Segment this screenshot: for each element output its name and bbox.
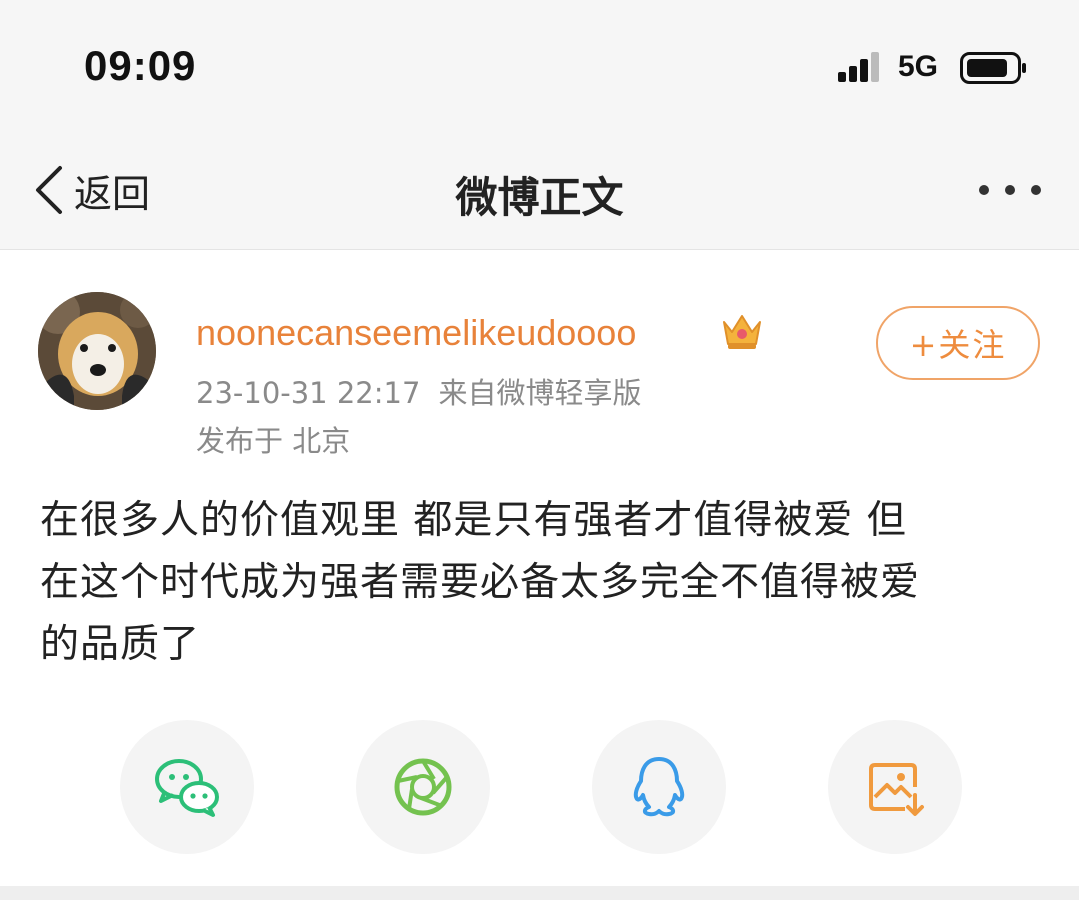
- post-line: 在这个时代成为强者需要必备太多完全不值得被爱: [40, 560, 921, 605]
- follow-button[interactable]: +关注: [876, 306, 1040, 380]
- username[interactable]: noonecanseemelikeudoooo: [196, 312, 636, 354]
- post-source: 来自微博轻享版: [438, 376, 642, 410]
- post-line: 在很多人的价值观里 都是只有强者才值得被爱 但: [40, 498, 907, 543]
- signal-icon: [838, 52, 879, 82]
- share-moments-button[interactable]: [356, 720, 490, 854]
- network-label: 5G: [898, 50, 939, 83]
- share-qq-button[interactable]: [592, 720, 726, 854]
- qq-icon: [633, 757, 685, 817]
- share-wechat-button[interactable]: [120, 720, 254, 854]
- bottom-divider: [0, 886, 1079, 900]
- post-location: 发布于 北京: [196, 424, 351, 458]
- page-title: 微博正文: [455, 173, 624, 222]
- follow-label: +关注: [909, 326, 1007, 364]
- wechat-icon: [155, 759, 219, 817]
- save-image-button[interactable]: [828, 720, 962, 854]
- avatar[interactable]: [38, 292, 156, 410]
- post-meta: 23-10-31 22:17 来自微博轻享版: [196, 370, 641, 412]
- battery-icon: [960, 52, 1026, 84]
- post-timestamp: 23-10-31 22:17: [196, 376, 421, 410]
- moments-icon: [394, 758, 452, 816]
- more-dots-icon[interactable]: [970, 170, 1050, 210]
- post-line: 的品质了: [40, 622, 201, 667]
- status-time: 09:09: [84, 42, 197, 89]
- dog-avatar-image: [38, 292, 156, 410]
- post-content: 在很多人的价值观里 都是只有强者才值得被爱 但 在这个时代成为强者需要必备太多完…: [40, 490, 1040, 676]
- save-image-icon: [869, 763, 924, 816]
- crown-icon: [723, 315, 761, 349]
